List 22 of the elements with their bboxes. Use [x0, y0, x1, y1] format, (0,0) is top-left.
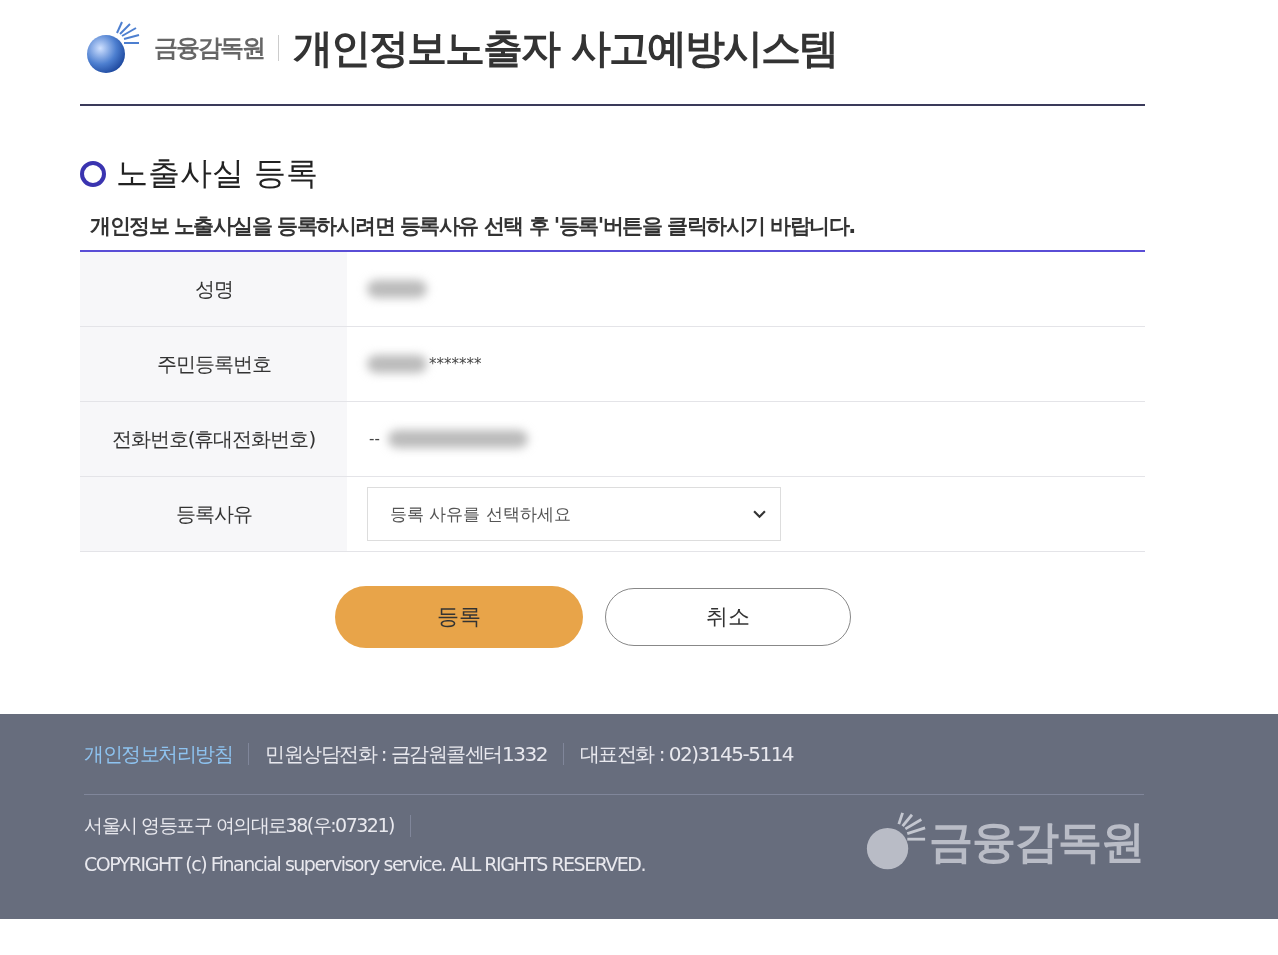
cancel-button[interactable]: 취소 — [604, 588, 851, 646]
blurred-value — [367, 355, 427, 373]
field-value: -- — [369, 430, 380, 448]
copyright-text: COPYRIGHT (c) Financial supervisory service. ALL RIGHTS RESERVED. — [84, 853, 645, 875]
circle-icon — [80, 161, 106, 187]
register-button[interactable]: 등록 — [334, 586, 583, 648]
blurred-value — [367, 280, 427, 298]
chevron-down-icon — [753, 509, 766, 519]
address-text: 서울시 영등포구 여의대로38(우:07321) — [84, 813, 394, 838]
page-title: 개인정보노출자 사고예방시스템 — [293, 23, 837, 73]
globe-logo-icon — [84, 20, 140, 76]
footer-text: 대표전화 : 02)3145-5114 — [579, 740, 794, 768]
footer-org-name: 금융감독원 — [929, 814, 1144, 869]
section-title: 노출사실 등록 — [116, 153, 319, 194]
field-label: 등록사유 — [80, 477, 347, 551]
field-label: 성명 — [80, 252, 347, 326]
field-label: 주민등록번호 — [80, 327, 347, 401]
footer-text: 민원상담전화 : 금감원콜센터1332 — [265, 740, 547, 768]
field-value: ******* — [429, 355, 482, 373]
field-label: 전화번호(휴대전화번호) — [80, 402, 347, 476]
reason-dropdown[interactable]: 등록 사유를 선택하세요 — [367, 487, 781, 541]
org-name: 금융감독원 — [154, 33, 264, 64]
